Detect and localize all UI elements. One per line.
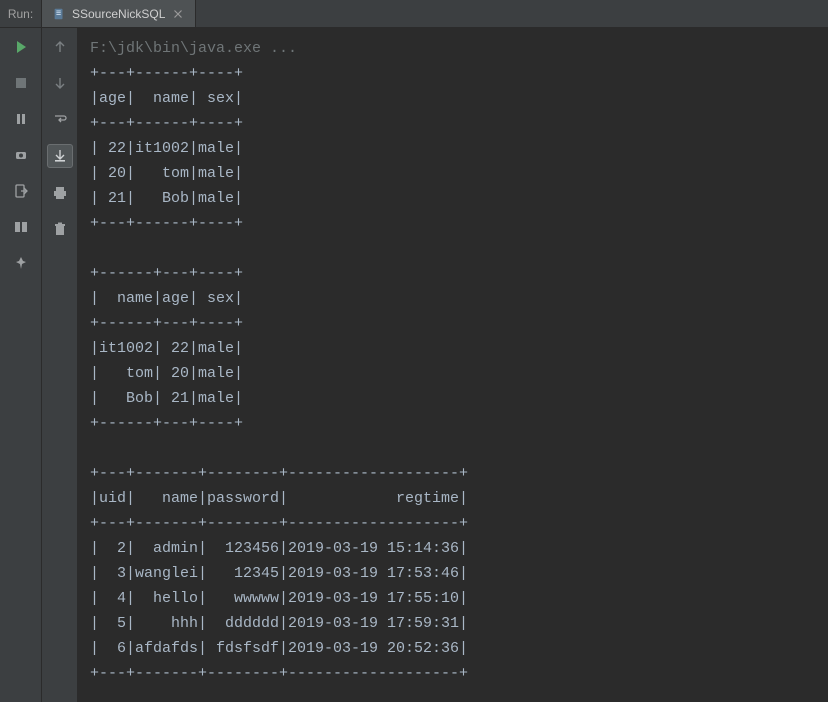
trash-icon[interactable] [49,218,71,240]
rerun-icon[interactable] [10,36,32,58]
command-line: F:\jdk\bin\java.exe ... [90,40,297,57]
pause-icon[interactable] [10,108,32,130]
run-tab[interactable]: SSourceNickSQL [42,0,196,27]
up-icon[interactable] [49,36,71,58]
file-icon [52,7,66,21]
run-gutter [0,28,42,702]
topbar: Run: SSourceNickSQL [0,0,828,28]
tab-title: SSourceNickSQL [72,7,165,21]
close-icon[interactable] [171,7,185,21]
content-area: F:\jdk\bin\java.exe ... +---+------+----… [0,28,828,702]
exit-icon[interactable] [10,180,32,202]
dump-threads-icon[interactable] [10,144,32,166]
console-text: +---+------+----+ |age| name| sex| +---+… [90,65,468,682]
stop-icon[interactable] [10,72,32,94]
scroll-to-end-icon[interactable] [47,144,73,168]
pin-icon[interactable] [10,252,32,274]
layout-icon[interactable] [10,216,32,238]
soft-wrap-icon[interactable] [49,108,71,130]
console-output[interactable]: F:\jdk\bin\java.exe ... +---+------+----… [78,28,828,702]
run-label: Run: [0,0,42,27]
console-toolbar [42,28,78,702]
down-icon[interactable] [49,72,71,94]
print-icon[interactable] [49,182,71,204]
